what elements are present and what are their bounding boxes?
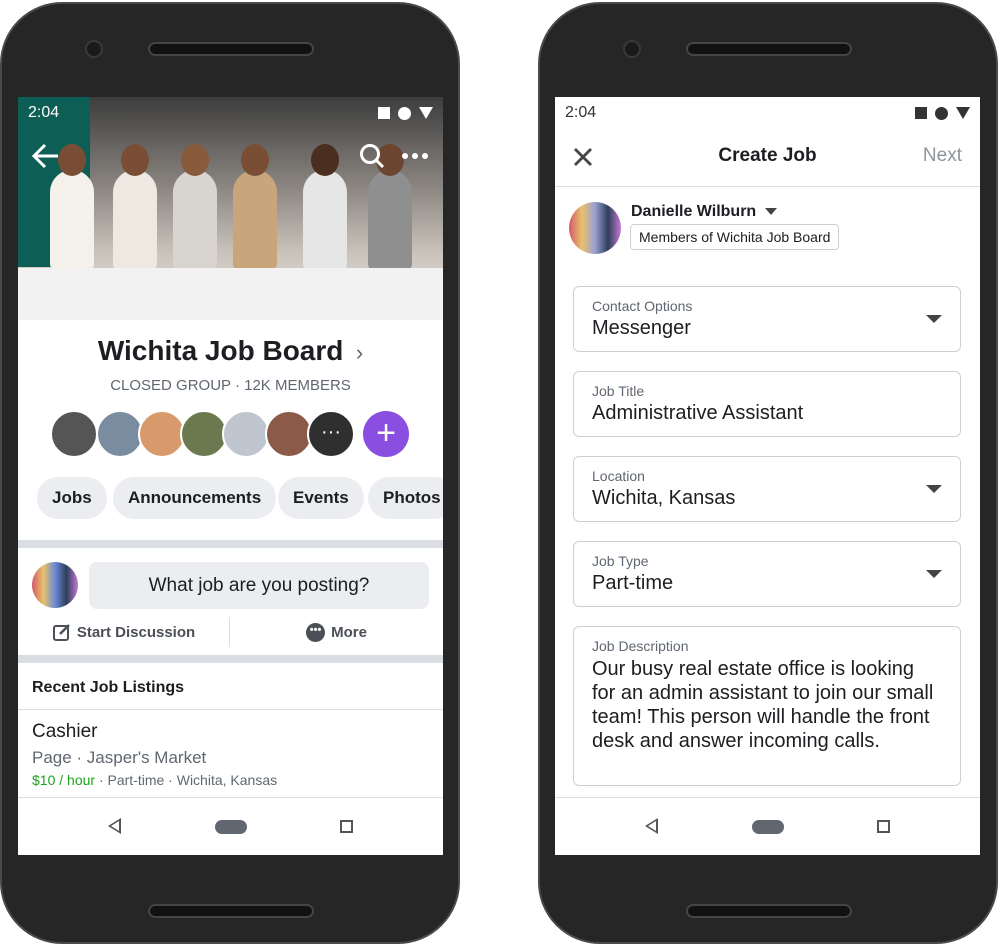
member-avatar[interactable] (180, 410, 228, 458)
notification-icon (378, 107, 390, 119)
nav-recents-icon[interactable] (340, 820, 353, 833)
front-camera (623, 40, 641, 58)
member-avatar-more[interactable]: ··· (307, 410, 355, 458)
caret-down-icon (764, 208, 777, 216)
start-discussion-button[interactable]: Start Discussion (18, 617, 230, 647)
nav-back-icon[interactable] (108, 818, 121, 834)
recent-listings-heading: Recent Job Listings (32, 679, 185, 696)
field-value: Our busy real estate office is looking f… (592, 658, 934, 752)
speaker-top (148, 42, 314, 56)
page-title: Create Job (718, 145, 817, 166)
contact-options-select[interactable]: Contact Options Messenger (573, 286, 961, 352)
clock: 2:04 (28, 104, 60, 121)
author-name: Danielle Wilburn (631, 203, 757, 220)
next-button[interactable]: Next (923, 145, 962, 167)
nav-back-icon[interactable] (645, 818, 658, 834)
job-description-textarea[interactable]: Job Description Our busy real estate off… (573, 626, 961, 786)
signal-icon (935, 106, 948, 120)
job-post-input[interactable]: What job are you posting? (89, 562, 429, 609)
android-nav-bar (555, 797, 980, 855)
more-options-icon[interactable] (402, 153, 428, 159)
field-value: Messenger (592, 317, 691, 339)
search-icon[interactable] (359, 143, 385, 169)
member-avatar[interactable] (222, 410, 270, 458)
header: Create Job Next (555, 129, 980, 187)
member-avatar[interactable] (265, 410, 313, 458)
audience-selector[interactable]: Members of Wichita Job Board (630, 224, 840, 250)
more-dots-icon: ••• (306, 622, 326, 642)
dropdown-arrow-icon (926, 570, 942, 578)
cover-photo (18, 97, 443, 320)
field-value: Part-time (592, 572, 674, 594)
job-details: · Part-time · Wichita, Kansas (95, 772, 278, 788)
dropdown-arrow-icon (926, 485, 942, 493)
more-label: More (331, 623, 367, 641)
member-avatar[interactable] (50, 410, 98, 458)
job-source: Page · Jasper's Market (32, 748, 207, 767)
speaker-top (686, 42, 852, 56)
field-value: Administrative Assistant (592, 402, 804, 424)
speaker-bottom (148, 904, 314, 918)
tab-events[interactable]: Events (278, 477, 364, 519)
user-avatar (32, 562, 78, 608)
start-discussion-label: Start Discussion (76, 623, 196, 641)
group-name[interactable]: Wichita Job Board (98, 335, 344, 366)
location-select[interactable]: Location Wichita, Kansas (573, 456, 961, 522)
author-avatar (569, 202, 621, 254)
field-value: Wichita, Kansas (592, 487, 736, 509)
back-arrow-icon[interactable] (32, 143, 60, 169)
notification-icon (915, 107, 927, 119)
member-avatar[interactable] (96, 410, 144, 458)
field-label: Job Title (592, 383, 645, 399)
nav-recents-icon[interactable] (877, 820, 890, 833)
nav-home-icon[interactable] (752, 820, 784, 834)
divider (18, 540, 443, 548)
tab-photos[interactable]: Photos (368, 477, 443, 519)
add-member-button[interactable]: + (363, 411, 409, 457)
android-nav-bar (18, 797, 443, 855)
wifi-icon (956, 107, 970, 119)
create-job-screen: 2:04 Create Job Next Danielle Wilburn Me… (555, 97, 980, 855)
job-title-input[interactable]: Job Title Administrative Assistant (573, 371, 961, 437)
field-label: Job Description (592, 638, 689, 654)
tab-announcements[interactable]: Announcements (113, 477, 277, 519)
group-meta: CLOSED GROUP · 12K MEMBERS (110, 377, 351, 394)
field-label: Contact Options (592, 298, 693, 314)
front-camera (85, 40, 103, 58)
member-avatar[interactable] (138, 410, 186, 458)
author-selector[interactable]: Danielle Wilburn (631, 203, 777, 221)
job-listing[interactable]: Cashier Page · Jasper's Market $10 / hou… (32, 721, 432, 788)
status-bar: 2:04 (18, 97, 443, 129)
edit-icon (52, 624, 70, 641)
field-label: Job Type (592, 553, 649, 569)
signal-icon (398, 106, 411, 120)
dropdown-arrow-icon (926, 315, 942, 323)
tab-jobs[interactable]: Jobs (37, 477, 107, 519)
more-button[interactable]: ••• More (230, 617, 443, 647)
chevron-right-icon: › (355, 340, 364, 365)
job-pay: $10 / hour (32, 772, 96, 788)
speaker-bottom (686, 904, 852, 918)
clock: 2:04 (565, 104, 597, 121)
field-label: Location (592, 468, 645, 484)
divider (18, 655, 443, 663)
status-bar: 2:04 (555, 97, 980, 129)
group-screen: 2:04 Wichita Job Board › CLOSED GROUP · … (18, 97, 443, 855)
job-type-select[interactable]: Job Type Part-time (573, 541, 961, 607)
nav-home-icon[interactable] (215, 820, 247, 834)
wifi-icon (419, 107, 433, 119)
job-title: Cashier (32, 721, 98, 742)
group-header[interactable]: Wichita Job Board › (18, 335, 443, 367)
